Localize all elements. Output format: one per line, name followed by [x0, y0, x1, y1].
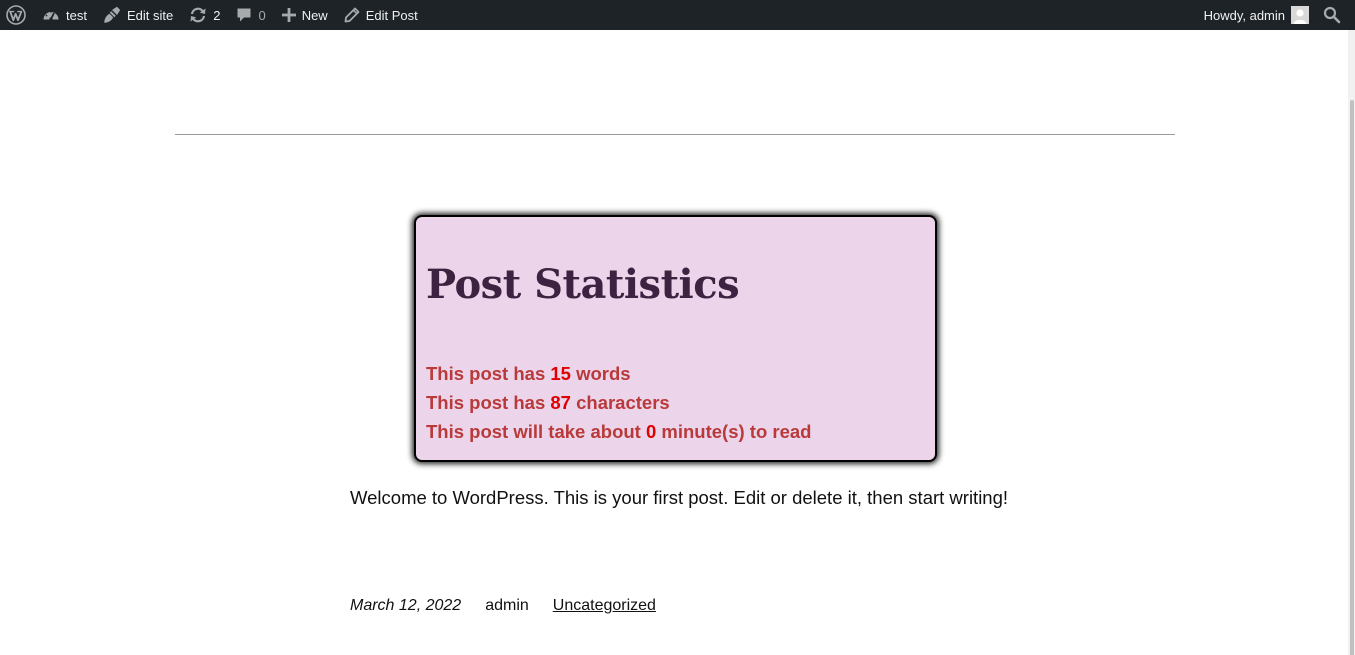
char-count-suffix: characters [570, 392, 670, 413]
char-count-value: 87 [550, 392, 571, 413]
site-name-label: test [66, 7, 87, 23]
search-icon [1323, 6, 1341, 24]
char-count-prefix: This post has [426, 392, 551, 413]
pencil-icon [344, 7, 360, 23]
avatar-icon [1291, 6, 1309, 24]
wordpress-logo-icon [6, 5, 26, 25]
post-author[interactable]: admin [485, 597, 529, 615]
dashboard-gauge-icon [42, 7, 60, 23]
admin-bar: test Edit site 2 0 New Edit Post Howdy, … [0, 0, 1355, 30]
my-account-menu[interactable]: Howdy, admin [1196, 0, 1323, 30]
edit-post-label: Edit Post [365, 7, 418, 23]
word-count-line: This post has 15 words [426, 359, 811, 388]
read-time-value: 0 [645, 421, 657, 442]
header-separator [175, 134, 1175, 135]
search-button[interactable] [1323, 0, 1355, 30]
site-name-menu[interactable]: test [34, 0, 95, 30]
page-scrollbar[interactable] [1348, 30, 1355, 655]
read-time-prefix: This post will take about [426, 421, 646, 442]
edit-site-button[interactable]: Edit site [95, 0, 181, 30]
updates-button[interactable]: 2 [181, 0, 228, 30]
comments-button[interactable]: 0 [228, 0, 273, 30]
post-meta: March 12, 2022 admin Uncategorized [350, 597, 656, 615]
word-count-prefix: This post has [426, 363, 551, 384]
brush-icon [103, 6, 121, 24]
word-count-suffix: words [570, 363, 631, 384]
post-statistics-title: Post Statistics [426, 261, 740, 308]
char-count-line: This post has 87 characters [426, 388, 811, 417]
plus-icon [281, 8, 296, 22]
read-time-suffix: minute(s) to read [656, 421, 812, 442]
read-time-line: This post will take about 0 minute(s) to… [426, 417, 811, 446]
post-date[interactable]: March 12, 2022 [350, 597, 461, 615]
comment-bubble-icon [236, 7, 252, 23]
wordpress-menu[interactable] [0, 0, 34, 30]
new-content-button[interactable]: New [274, 0, 336, 30]
word-count-value: 15 [550, 363, 571, 384]
post-statistics-box: Post Statistics This post has 15 words T… [414, 215, 937, 462]
post-content: Welcome to WordPress. This is your first… [350, 487, 1009, 508]
scrollbar-thumb[interactable] [1350, 100, 1354, 655]
post-statistics-list: This post has 15 words This post has 87 … [426, 359, 811, 446]
howdy-label: Howdy, admin [1203, 7, 1285, 23]
refresh-icon [189, 7, 207, 23]
comments-count: 0 [258, 7, 266, 23]
edit-site-label: Edit site [126, 7, 174, 23]
edit-post-button[interactable]: Edit Post [336, 0, 426, 30]
new-label: New [301, 7, 328, 23]
updates-count: 2 [213, 7, 221, 23]
post-category-link[interactable]: Uncategorized [553, 597, 656, 615]
